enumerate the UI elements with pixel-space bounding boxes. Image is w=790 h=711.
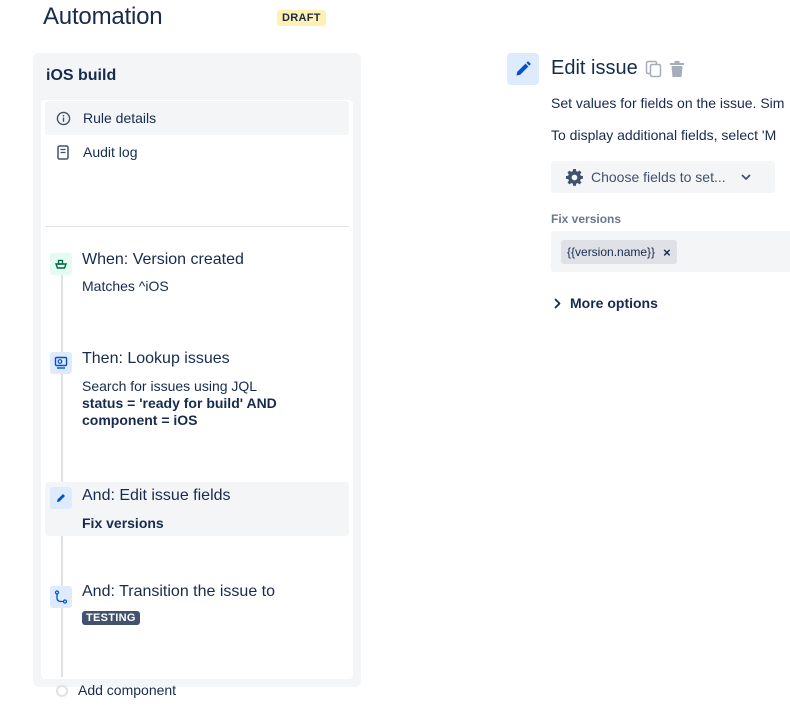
editor-description: Set values for fields on the issue. Sim [551,95,785,111]
step-detail: Fix versions [82,515,164,531]
nav-item-label: Rule details [83,110,157,126]
step-jql-line-2: component = iOS [82,412,198,428]
document-icon [55,144,71,160]
copy-icon[interactable] [645,60,662,78]
page-title: Automation [43,3,163,30]
chevron-down-icon [740,171,752,183]
version-tag: {{version.name}} × [561,240,677,264]
divider [45,226,349,227]
step-action-edit-issue-fields[interactable]: And: Edit issue fields Fix versions [45,482,349,536]
pencil-icon [507,53,539,85]
step-detail: Matches ^iOS [82,278,169,294]
step-trigger-version-created[interactable]: When: Version created Matches ^iOS [45,248,349,302]
remove-tag-button[interactable]: × [663,245,671,260]
pencil-icon [50,487,72,509]
fix-versions-label: Fix versions [551,212,622,226]
draft-badge: DRAFT [277,10,326,26]
choose-fields-button[interactable]: Choose fields to set... [551,161,775,193]
rule-panel: iOS build Rule details Audit log When: V… [33,53,361,698]
ship-icon [50,253,72,275]
version-tag-label: {{version.name}} [567,245,656,259]
chevron-right-icon [554,298,564,309]
nav-item-label: Audit log [83,144,138,160]
step-title: And: Edit issue fields [82,487,231,504]
step-action-lookup-issues[interactable]: Then: Lookup issues Search for issues us… [45,347,349,437]
step-title: Then: Lookup issues [82,350,230,367]
nav-rule-details[interactable]: Rule details [45,101,349,135]
search-issues-icon [50,352,72,374]
transition-icon [50,586,72,608]
step-detail: Search for issues using JQL [82,378,258,394]
editor-hint: To display additional fields, select 'M [551,127,777,143]
rule-components-list: Rule details Audit log When: Version cre… [41,100,353,698]
add-component-dot [56,685,68,697]
step-title: When: Version created [82,251,244,268]
gear-icon [565,168,584,187]
step-jql-line-1: status = 'ready for build' AND [82,395,277,411]
nav-audit-log[interactable]: Audit log [45,135,349,169]
editor-title: Edit issue [551,57,638,79]
more-options-label: More options [570,295,658,311]
step-action-transition-issue[interactable]: And: Transition the issue to TESTING [45,580,349,640]
fix-versions-field[interactable]: {{version.name}} × [551,231,790,272]
step-title: And: Transition the issue to [82,583,275,600]
info-icon [55,110,71,126]
choose-fields-label: Choose fields to set... [591,169,726,185]
status-lozenge: TESTING [82,611,140,625]
add-component-button[interactable]: Add component [78,682,176,698]
more-options-toggle[interactable]: More options [554,295,658,311]
rule-name: iOS build [46,67,117,84]
trash-icon[interactable] [668,60,686,78]
